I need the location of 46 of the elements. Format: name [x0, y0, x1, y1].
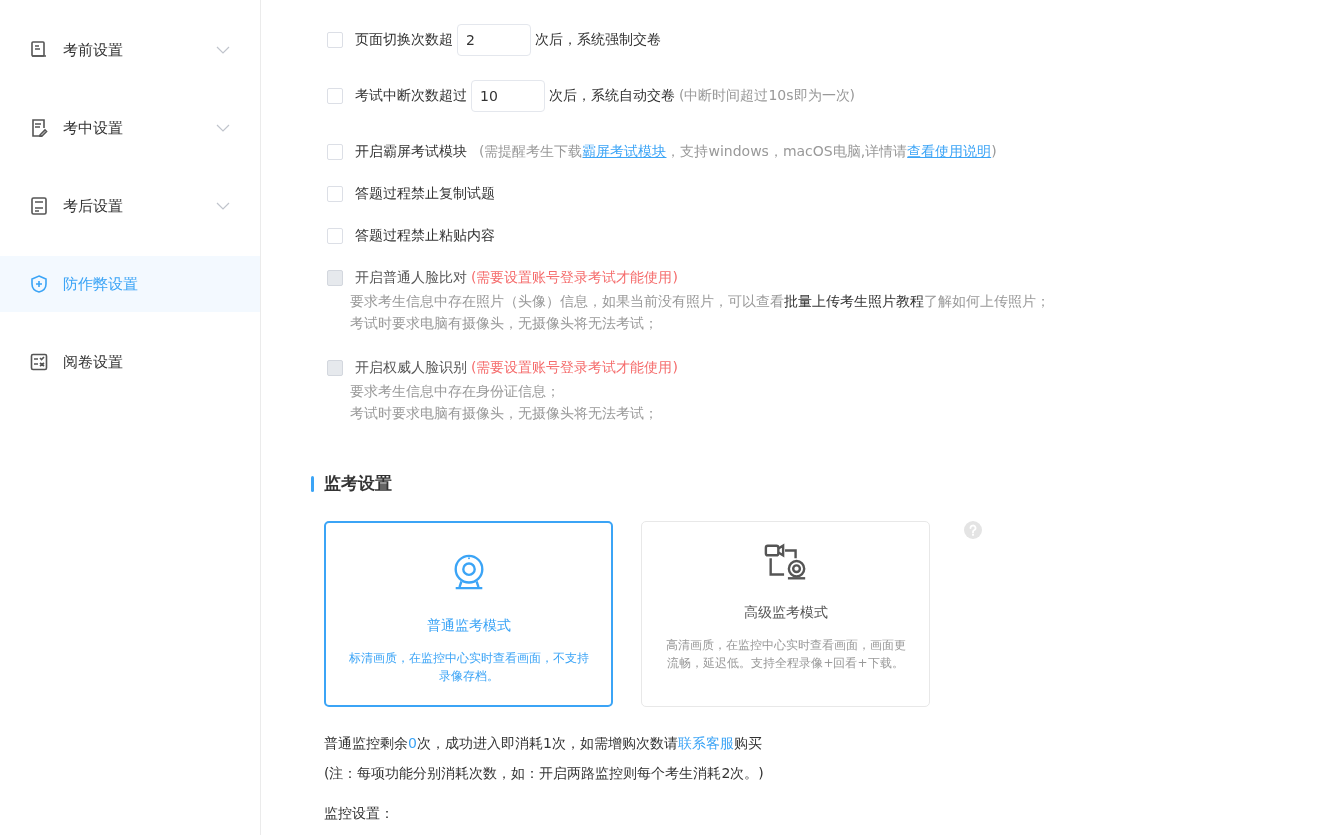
count-input[interactable]: 2 [457, 24, 531, 56]
option-label: 次后，系统强制交卷 [535, 31, 661, 49]
mode-description: 高清画质，在监控中心实时查看画面，画面更流畅，延迟低。支持全程录像+回看+下载。 [664, 637, 907, 672]
option-note: (中断时间超过10s即为一次) [679, 87, 856, 105]
checkbox[interactable] [327, 228, 343, 244]
chevron-down-icon[interactable] [216, 202, 230, 210]
sidebar-item[interactable]: 阅卷设置 [0, 334, 260, 390]
checkbox[interactable] [327, 144, 343, 160]
shield-plus-icon [30, 275, 48, 293]
count-input[interactable]: 10 [471, 80, 545, 112]
description-text: 考试时要求电脑有摄像头，无摄像头将无法考试； [350, 404, 659, 423]
mode-description: 标清画质，在监控中心实时查看画面，不支持录像存档。 [347, 650, 590, 685]
quota-text: 普通监控剩余0次，成功进入即消耗1次，如需增购次数请联系客服购买 [324, 734, 763, 753]
checkbox[interactable] [327, 32, 343, 48]
score-sheet-icon [30, 197, 48, 215]
checkbox[interactable] [327, 186, 343, 202]
mode-card[interactable]: 高级监考模式 高清画质，在监控中心实时查看画面，画面更流畅，延迟低。支持全程录像+回看+下载。 [641, 521, 930, 707]
note-pencil-icon [30, 119, 48, 137]
mode-title: 普通监考模式 [426, 617, 511, 635]
option-label: 考试中断次数超过 [355, 87, 467, 105]
sidebar-item[interactable]: 考前设置 [0, 22, 260, 78]
option-label: 答题过程禁止复制试题 [355, 185, 495, 203]
checklist-icon [30, 353, 48, 371]
description-text: 考试时要求电脑有摄像头，无摄像头将无法考试； [350, 314, 659, 333]
help-icon[interactable] [964, 521, 982, 539]
sidebar-item[interactable]: 考后设置 [0, 178, 260, 234]
option-note: (需提醒考生下载霸屏考试模块，支持windows，macOS电脑,详情请查看使用说明) [479, 143, 997, 161]
chevron-down-icon[interactable] [216, 124, 230, 132]
option-label: 开启普通人脸比对 [355, 269, 467, 287]
chevron-down-icon[interactable] [216, 46, 230, 54]
option-label: 次后，系统自动交卷 [549, 87, 675, 105]
section-title: 监考设置 [324, 472, 392, 495]
sidebar-item[interactable]: 考中设置 [0, 100, 260, 156]
option-label: 开启权威人脸识别 [355, 359, 467, 377]
checkbox[interactable] [327, 88, 343, 104]
usage-note: (注：每项功能分别消耗次数，如：开启两路监控则每个考生消耗2次。) [324, 764, 765, 783]
settings-label: 监控设置： [324, 805, 395, 823]
option-label: 答题过程禁止粘贴内容 [355, 227, 495, 245]
warning-note: (需要设置账号登录考试才能使用) [471, 269, 678, 287]
warning-note: (需要设置账号登录考试才能使用) [471, 359, 678, 377]
mode-title: 高级监考模式 [743, 604, 828, 622]
description-text: 要求考生信息中存在照片（头像）信息，如果当前没有照片，可以查看批量上传考生照片教程了解如何上传照片； [350, 292, 1051, 311]
description-text: 要求考生信息中存在身份证信息； [350, 382, 561, 401]
book-icon [30, 41, 48, 59]
option-label: 页面切换次数超 [355, 31, 453, 49]
option-label: 开启霸屏考试模块 [355, 143, 467, 161]
